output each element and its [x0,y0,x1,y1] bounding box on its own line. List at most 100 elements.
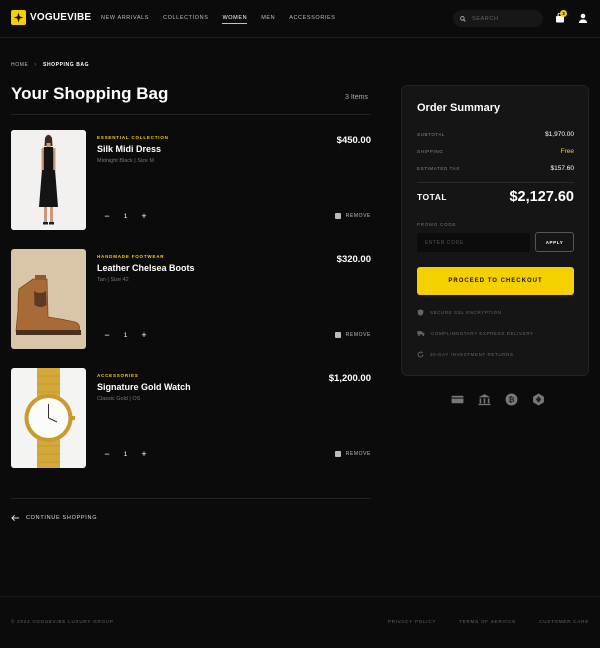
brand-name: VOGUEVIBE [30,12,92,23]
tax-value: $157.60 [550,165,575,172]
continue-shopping-label: CONTINUE SHOPPING [26,515,98,521]
nav-item-collections[interactable]: COLLECTIONS [163,15,208,24]
breadcrumb-home[interactable]: HOME [11,62,28,68]
product-name[interactable]: Silk Midi Dress [97,144,161,154]
nav-item-women[interactable]: WOMEN [222,15,248,24]
product-category: HANDMADE FOOTWEAR [97,254,165,259]
product-variant: Classic Gold | OS [97,396,141,402]
nav-item-accessories[interactable]: ACCESSORIES [289,15,335,24]
order-summary-panel: Order Summary SUBTOTAL $1,970.00 SHIPPIN… [401,85,589,376]
privacy-policy-link[interactable]: PRIVACY POLICY [388,619,436,624]
trash-icon [334,451,341,457]
remove-label: REMOVE [345,332,371,338]
quantity-stepper: − 1 + [97,326,154,344]
user-icon[interactable] [578,13,588,23]
site-header: VOGUEVIBE NEW ARRIVALS COLLECTIONS WOMEN… [0,0,600,38]
copyright: © 2024 VOGUEVIBE LUXURY GROUP [11,619,114,624]
continue-shopping-link[interactable]: CONTINUE SHOPPING [11,514,97,522]
item-count: 3 Items [345,94,368,101]
increment-button[interactable]: + [139,211,149,221]
tax-label: ESTIMATED TAX [417,166,460,171]
product-variant: Tan | Size 42 [97,277,129,283]
divider [417,182,574,183]
quantity-stepper: − 1 + [97,445,154,463]
divider [11,114,371,115]
assurance-text: 30-DAY INVESTMENT RETURNS [430,352,514,357]
total-value: $2,127.60 [509,189,574,205]
checkout-button[interactable]: PROCEED TO CHECKOUT [417,267,574,295]
total-row: TOTAL $2,127.60 [417,189,574,205]
quantity-value: 1 [123,331,128,339]
decrement-button[interactable]: − [102,211,112,221]
product-name[interactable]: Signature Gold Watch [97,382,191,392]
brand-logo[interactable]: VOGUEVIBE [11,10,91,25]
search-input[interactable] [472,15,532,22]
shipping-value: Free [560,148,574,155]
remove-label: REMOVE [345,451,371,457]
promo-code-label: PROMO CODE [417,222,457,227]
subtotal-row: SUBTOTAL $1,970.00 [417,131,574,138]
promo-code-input[interactable] [417,233,530,252]
shipping-row: SHIPPING Free [417,148,574,155]
breadcrumb-separator: › [34,62,38,68]
truck-icon [417,331,425,337]
nav-item-new-arrivals[interactable]: NEW ARRIVALS [101,15,149,24]
shield-icon [417,309,424,316]
quantity-value: 1 [123,450,128,458]
breadcrumb-current: SHOPPING BAG [43,62,90,68]
remove-button[interactable]: REMOVE [334,213,371,219]
remove-button[interactable]: REMOVE [334,332,371,338]
increment-button[interactable]: + [139,449,149,459]
summary-title: Order Summary [417,102,501,114]
search-icon [460,15,466,22]
assurance-item: 30-DAY INVESTMENT RETURNS [417,351,514,358]
customer-care-link[interactable]: CUSTOMER CARE [539,619,589,624]
cart-item: HANDMADE FOOTWEAR Leather Chelsea Boots … [11,249,371,349]
product-name[interactable]: Leather Chelsea Boots [97,263,195,273]
assurance-item: COMPLIMENTARY EXPRESS DELIVERY [417,330,534,337]
product-price: $450.00 [336,135,371,146]
total-label: TOTAL [417,192,448,202]
product-price: $1,200.00 [328,373,371,384]
main-nav: NEW ARRIVALS COLLECTIONS WOMEN MEN ACCES… [101,15,350,24]
shipping-label: SHIPPING [417,149,444,154]
quantity-stepper: − 1 + [97,207,154,225]
bank-icon [478,394,491,406]
breadcrumb: HOME › SHOPPING BAG [11,62,89,68]
refresh-icon [417,351,424,358]
subtotal-value: $1,970.00 [545,131,574,138]
product-variant: Midnight Black | Size M [97,158,155,164]
logo-icon [11,10,26,25]
crypto-icon [533,393,544,406]
page-title: Your Shopping Bag [11,84,169,103]
svg-text:₿: ₿ [508,395,514,404]
product-image-boots[interactable] [11,249,86,349]
cart-item: ESSENTIAL COLLECTION Silk Midi Dress Mid… [11,130,371,230]
product-category: ACCESSORIES [97,373,139,378]
product-image-watch[interactable] [11,368,86,468]
cart-item: ACCESSORIES Signature Gold Watch Classic… [11,368,371,468]
decrement-button[interactable]: − [102,449,112,459]
payment-methods: ₿ [451,393,545,406]
arrow-left-icon [11,514,20,522]
trash-icon [334,213,341,219]
product-category: ESSENTIAL COLLECTION [97,135,169,140]
assurance-text: SECURE SSL ENCRYPTION [430,310,502,315]
credit-card-icon [451,395,464,404]
bitcoin-icon: ₿ [505,393,518,406]
divider [11,498,371,499]
search-bar[interactable] [453,10,543,27]
nav-item-men[interactable]: MEN [261,15,275,24]
remove-label: REMOVE [345,213,371,219]
assurance-item: SECURE SSL ENCRYPTION [417,309,502,316]
tax-row: ESTIMATED TAX $157.60 [417,165,574,172]
footer-links: PRIVACY POLICY TERMS OF SERVICE CUSTOMER… [365,619,589,624]
product-price: $320.00 [336,254,371,265]
remove-button[interactable]: REMOVE [334,451,371,457]
terms-of-service-link[interactable]: TERMS OF SERVICE [459,619,516,624]
apply-promo-button[interactable]: APPLY [535,232,574,252]
increment-button[interactable]: + [139,330,149,340]
quantity-value: 1 [123,212,128,220]
decrement-button[interactable]: − [102,330,112,340]
product-image-dress[interactable] [11,130,86,230]
